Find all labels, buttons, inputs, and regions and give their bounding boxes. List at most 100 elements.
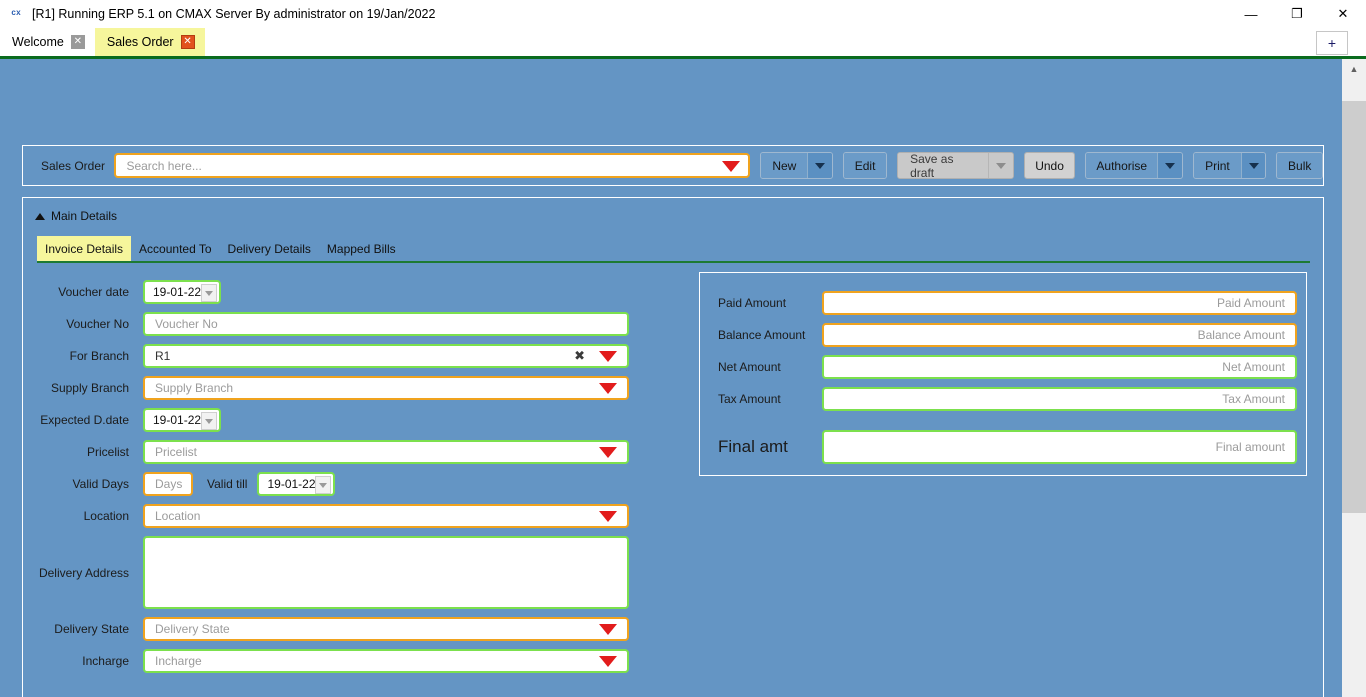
scroll-up-icon[interactable]: ▲ [1342,59,1366,79]
field-net-amount: Net Amount [700,351,1306,383]
valid-days-input-wrap[interactable] [143,472,193,496]
new-dropdown-button[interactable] [807,153,832,178]
chevron-down-icon[interactable] [722,161,740,172]
valid-till-input-wrap[interactable] [257,472,335,496]
save-as-draft-dropdown-button[interactable] [988,153,1013,178]
new-button[interactable]: New [761,153,807,178]
scrollbar-track[interactable] [1342,79,1366,697]
field-valid-days: Valid Days Valid till [23,468,703,500]
main-details-header[interactable]: Main Details [35,209,117,223]
delivery-state-label: Delivery State [23,622,143,636]
incharge-label: Incharge [23,654,143,668]
field-tax-amount: Tax Amount [700,383,1306,415]
minimize-button[interactable]: — [1228,0,1274,28]
net-amount-input-wrap[interactable] [822,355,1297,379]
final-amount-input-wrap[interactable] [822,430,1297,464]
field-balance-amount: Balance Amount [700,319,1306,351]
scrollbar-thumb[interactable] [1342,101,1366,513]
for-branch-input-wrap[interactable]: ✖ [143,344,629,368]
balance-amount-input[interactable] [824,327,1287,343]
delivery-state-input-wrap[interactable] [143,617,629,641]
clear-icon[interactable]: ✖ [574,349,585,364]
edit-button[interactable]: Edit [844,153,886,178]
pricelist-input[interactable] [153,444,627,460]
expected-date-input[interactable] [151,412,205,428]
net-amount-input[interactable] [824,359,1287,375]
tab-mapped-bills[interactable]: Mapped Bills [319,236,404,261]
new-button-group[interactable]: New [760,152,833,179]
edit-button-group[interactable]: Edit [843,152,887,179]
field-expected-delivery-date: Expected D.date [23,404,703,436]
valid-days-input[interactable] [153,476,191,492]
tax-amount-input[interactable] [824,391,1287,407]
search-box[interactable] [114,153,750,178]
workspace: Sales Order New Edit Save as draft [0,59,1342,697]
tab-delivery-details[interactable]: Delivery Details [220,236,319,261]
expected-date-input-wrap[interactable] [143,408,221,432]
supply-branch-input[interactable] [153,380,627,396]
window-controls: — ❐ ✕ [1228,0,1366,28]
valid-days-label: Valid Days [23,477,143,491]
authorise-dropdown-button[interactable] [1157,153,1182,178]
authorise-button-group[interactable]: Authorise [1085,152,1183,179]
tab-sales-order-label: Sales Order [107,35,174,49]
delivery-address-input-wrap[interactable] [143,536,629,609]
delivery-state-input[interactable] [153,621,627,637]
chevron-down-icon[interactable] [599,447,617,458]
pricelist-input-wrap[interactable] [143,440,629,464]
date-spinner-icon[interactable] [315,476,331,494]
undo-button-group[interactable]: Undo [1024,152,1076,179]
date-spinner-icon[interactable] [201,412,217,430]
save-as-draft-button[interactable]: Save as draft [898,153,988,178]
close-button[interactable]: ✕ [1320,0,1366,28]
authorise-button[interactable]: Authorise [1086,153,1157,178]
chevron-down-icon[interactable] [599,511,617,522]
save-as-draft-button-group[interactable]: Save as draft [897,152,1014,179]
location-input[interactable] [153,508,627,524]
print-button[interactable]: Print [1194,153,1241,178]
delivery-address-input[interactable] [153,542,616,608]
field-voucher-no: Voucher No [23,308,703,340]
balance-amount-input-wrap[interactable] [822,323,1297,347]
print-button-group[interactable]: Print [1193,152,1266,179]
supply-branch-input-wrap[interactable] [143,376,629,400]
field-incharge: Incharge [23,645,703,677]
close-icon[interactable]: ✕ [181,35,195,49]
location-input-wrap[interactable] [143,504,629,528]
valid-till-label: Valid till [193,477,257,491]
voucher-no-input[interactable] [153,316,627,332]
vertical-scrollbar[interactable]: ▲ [1342,59,1366,697]
paid-amount-input-wrap[interactable] [822,291,1297,315]
date-spinner-icon[interactable] [201,284,217,302]
chevron-up-icon[interactable] [35,213,45,220]
chevron-down-icon[interactable] [599,351,617,362]
voucher-no-input-wrap[interactable] [143,312,629,336]
voucher-date-input[interactable] [151,284,205,300]
chevron-down-icon[interactable] [599,624,617,635]
tab-accounted-to[interactable]: Accounted To [131,236,220,261]
tax-amount-input-wrap[interactable] [822,387,1297,411]
incharge-input[interactable] [153,653,627,669]
field-final-amount: Final amt [700,423,1306,471]
tab-sales-order[interactable]: Sales Order ✕ [95,28,205,56]
bulk-button-group[interactable]: Bulk [1276,152,1323,179]
final-amount-input[interactable] [824,439,1287,455]
paid-amount-input[interactable] [824,295,1287,311]
close-icon[interactable]: ✕ [71,35,85,49]
incharge-input-wrap[interactable] [143,649,629,673]
print-dropdown-button[interactable] [1241,153,1266,178]
main-details-title: Main Details [51,209,117,223]
voucher-date-input-wrap[interactable] [143,280,221,304]
search-input[interactable] [124,158,724,174]
location-label: Location [23,509,143,523]
chevron-down-icon[interactable] [599,383,617,394]
for-branch-input[interactable] [153,348,627,364]
valid-till-input[interactable] [265,476,319,492]
maximize-restore-button[interactable]: ❐ [1274,0,1320,28]
new-tab-button[interactable]: + [1316,31,1348,55]
tab-invoice-details[interactable]: Invoice Details [37,236,131,261]
chevron-down-icon[interactable] [599,656,617,667]
tab-welcome[interactable]: Welcome ✕ [0,28,95,56]
bulk-button[interactable]: Bulk [1277,153,1322,178]
undo-button[interactable]: Undo [1025,153,1075,178]
